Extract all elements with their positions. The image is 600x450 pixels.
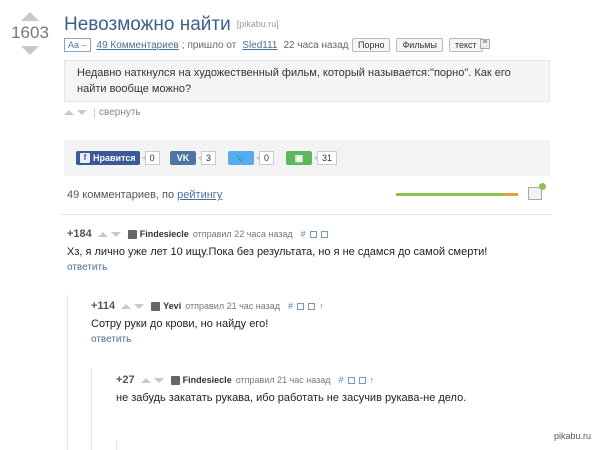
tag-list: Порно Фильмы текст	[352, 38, 483, 52]
reply-link[interactable]: ответить	[91, 334, 324, 345]
comment: +184 Findesiecle отправил 22 часа назад …	[67, 228, 487, 273]
post-title-text[interactable]: Невозможно найти	[64, 14, 231, 35]
save-share[interactable]: ▣ 31	[286, 151, 338, 165]
vk-button[interactable]: VK	[170, 151, 196, 165]
vk-share[interactable]: VK 3	[170, 151, 217, 165]
comment: +114 Yevi отправил 21 час назад # ↑ Сотр…	[91, 300, 324, 345]
comment-time: отправил 22 часа назад	[192, 229, 293, 239]
facebook-share[interactable]: f Нравится 0	[76, 151, 160, 165]
comment-tools: # ↑	[339, 375, 375, 385]
twitter-icon: 🐦	[235, 152, 247, 163]
tag-filmy[interactable]: Фильмы	[396, 38, 443, 52]
avatar	[170, 375, 180, 385]
permalink-icon[interactable]: #	[339, 375, 344, 385]
save-comment-icon[interactable]	[358, 376, 366, 384]
tag-porno[interactable]: Порно	[352, 38, 391, 52]
facebook-like-button[interactable]: f Нравится	[76, 151, 140, 165]
sort-by-rating-link[interactable]: рейтингу	[177, 189, 222, 201]
facebook-like-label: Нравится	[93, 153, 136, 163]
share-panel: f Нравится 0 VK 3 🐦 0 ▣ 31	[64, 140, 550, 176]
save-comment-icon[interactable]	[308, 302, 316, 310]
sent-from-label: пришло от	[187, 39, 237, 51]
comment-text: не забудь закатать рукава, ибо работать …	[116, 392, 467, 404]
parent-arrow-icon[interactable]: ↑	[370, 375, 375, 385]
reply-link[interactable]: ответить	[67, 262, 487, 273]
comments-header: 49 комментариев, по рейтингу	[67, 189, 222, 201]
save-comment-icon[interactable]	[320, 230, 328, 238]
comment-upvote-icon[interactable]	[121, 303, 132, 309]
image-toggle-icon[interactable]	[528, 183, 546, 200]
save-button[interactable]: ▣	[286, 151, 312, 165]
comment-author[interactable]: Findesiecle	[140, 229, 189, 239]
twitter-count: 0	[255, 151, 275, 165]
twitter-share[interactable]: 🐦 0	[228, 151, 275, 165]
rating-value: 1603	[11, 23, 49, 42]
thread-line	[91, 368, 92, 450]
save-count: 31	[313, 151, 338, 165]
comment-text: Сотру руки до крови, но найду его!	[91, 318, 269, 330]
comment-score: +184	[67, 228, 92, 240]
comment-author[interactable]: Findesiecle	[183, 375, 232, 385]
tools-divider	[94, 107, 95, 118]
upvote-icon[interactable]	[21, 12, 39, 21]
vk-icon: VK	[176, 153, 190, 163]
post-rating: 1603	[8, 8, 52, 55]
comment-upvote-icon[interactable]	[140, 377, 151, 383]
facebook-icon: f	[80, 153, 90, 163]
comment-time: отправил 21 час назад	[235, 375, 331, 385]
collapse-icon[interactable]	[309, 230, 317, 238]
save-icon: ▣	[294, 152, 304, 163]
comment-score: +27	[116, 374, 135, 386]
comment-tools: #	[301, 229, 328, 239]
font-size-toggle[interactable]: Aa –	[64, 38, 91, 52]
watermark: pikabu.ru	[550, 430, 594, 442]
comment-author[interactable]: Yevi	[163, 301, 181, 311]
comments-count: 49 комментариев, по	[67, 189, 175, 201]
comment: +27 Findesiecle отправил 21 час назад # …	[116, 374, 466, 404]
rating-ratio-bar	[396, 193, 518, 196]
comment-time: отправил 21 час назад	[185, 301, 281, 311]
small-downvote-icon[interactable]	[77, 110, 87, 115]
post-time: 22 часа назад	[283, 39, 349, 51]
post-body: Недавно наткнулся на художественный филь…	[64, 60, 550, 102]
post-source: [pikabu.ru]	[236, 19, 279, 29]
save-post-icon[interactable]	[480, 39, 490, 49]
comment-tools: # ↑	[288, 301, 324, 311]
comment-downvote-icon[interactable]	[153, 377, 164, 383]
thread-line	[116, 440, 117, 450]
collapse-icon[interactable]	[347, 376, 355, 384]
negative-ratio	[504, 193, 518, 196]
author-link[interactable]: Sled111	[242, 40, 277, 51]
post-tools: свернуть	[64, 107, 141, 118]
downvote-icon[interactable]	[21, 46, 39, 55]
comment-downvote-icon[interactable]	[110, 231, 121, 237]
avatar	[127, 229, 137, 239]
tag-tekst[interactable]: текст	[448, 38, 483, 52]
comment-text: Хз, я лично уже лет 10 ищу.Пока без резу…	[67, 246, 488, 258]
comments-divider	[60, 214, 552, 215]
comment-score: +114	[91, 300, 116, 312]
post-title[interactable]: Невозможно найти [pikabu.ru]	[64, 14, 279, 36]
post-meta: Aa – 49 Комментариев ; пришло от Sled111…	[64, 38, 348, 52]
twitter-button[interactable]: 🐦	[228, 151, 254, 165]
comment-upvote-icon[interactable]	[97, 231, 108, 237]
parent-arrow-icon[interactable]: ↑	[319, 301, 324, 311]
permalink-icon[interactable]: #	[288, 301, 293, 311]
collapse-icon[interactable]	[297, 302, 305, 310]
facebook-count: 0	[141, 151, 160, 165]
collapse-link[interactable]: свернуть	[99, 107, 141, 118]
thread-line	[67, 295, 68, 450]
vk-count: 3	[197, 151, 217, 165]
meta-separator: ;	[181, 39, 185, 51]
avatar	[151, 301, 161, 311]
comment-downvote-icon[interactable]	[134, 303, 145, 309]
comments-link[interactable]: 49 Комментариев	[97, 40, 179, 51]
permalink-icon[interactable]: #	[301, 229, 306, 239]
small-upvote-icon[interactable]	[64, 110, 74, 115]
